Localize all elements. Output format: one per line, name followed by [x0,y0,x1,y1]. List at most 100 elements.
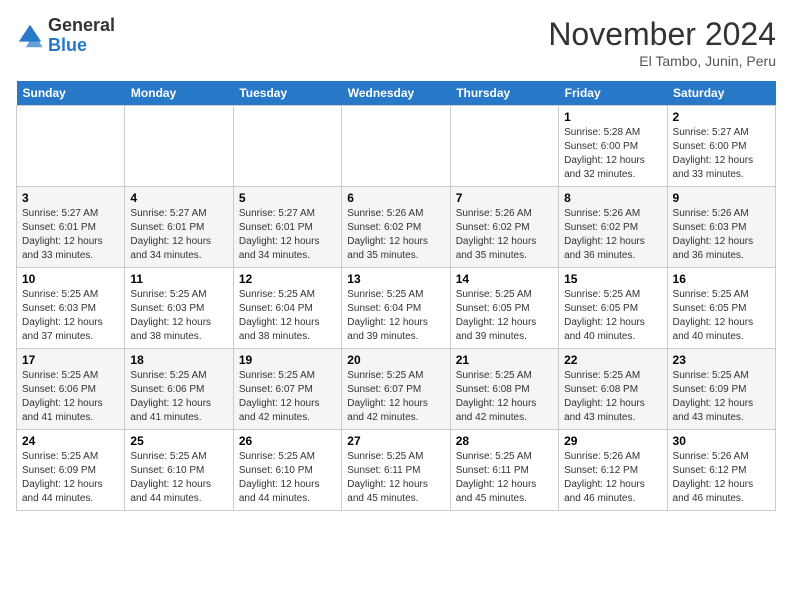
calendar-cell [342,106,450,187]
location-subtitle: El Tambo, Junin, Peru [548,53,776,69]
day-info: Sunrise: 5:25 AMSunset: 6:05 PMDaylight:… [673,288,770,344]
logo: General Blue [16,16,115,56]
header-cell-monday: Monday [125,81,233,106]
day-number: 7 [456,191,553,205]
day-number: 8 [564,191,661,205]
day-info: Sunrise: 5:27 AMSunset: 6:01 PMDaylight:… [130,207,227,263]
calendar-cell: 7Sunrise: 5:26 AMSunset: 6:02 PMDaylight… [450,187,558,268]
day-number: 10 [22,272,119,286]
calendar-week-2: 3 Sunrise: 5:27 AMSunset: 6:01 PMDaylight… [17,187,776,268]
day-info: Sunrise: 5:26 AMSunset: 6:02 PMDaylight:… [347,207,444,263]
calendar-week-3: 10 Sunrise: 5:25 AMSunset: 6:03 PMDayligh… [17,268,776,349]
day-info: Sunrise: 5:28 AMSunset: 6:00 PMDaylight:… [564,126,661,182]
calendar-cell: 16Sunrise: 5:25 AMSunset: 6:05 PMDayligh… [667,268,775,349]
calendar-cell: 29 Sunrise: 5:26 AMSunset: 6:12 PMDayligh… [559,430,667,511]
day-number: 6 [347,191,444,205]
header-row: SundayMondayTuesdayWednesdayThursdayFrid… [17,81,776,106]
day-number: 3 [22,191,119,205]
calendar-cell: 17Sunrise: 5:25 AMSunset: 6:06 PMDayligh… [17,349,125,430]
day-info: Sunrise: 5:25 AMSunset: 6:04 PMDaylight:… [347,288,444,344]
day-info: Sunrise: 5:25 AMSunset: 6:10 PMDaylight:… [239,450,336,506]
day-number: 27 [347,434,444,448]
calendar-cell: 12 Sunrise: 5:25 AMSunset: 6:04 PMDayligh… [233,268,341,349]
calendar-cell: 30Sunrise: 5:26 AMSunset: 6:12 PMDayligh… [667,430,775,511]
day-info: Sunrise: 5:25 AMSunset: 6:07 PMDaylight:… [239,369,336,425]
header-cell-sunday: Sunday [17,81,125,106]
calendar-week-1: 1 Sunrise: 5:28 AMSunset: 6:00 PMDaylight… [17,106,776,187]
calendar-cell: 14 Sunrise: 5:25 AMSunset: 6:05 PMDayligh… [450,268,558,349]
calendar-cell: 15 Sunrise: 5:25 AMSunset: 6:05 PMDayligh… [559,268,667,349]
calendar-cell: 13 Sunrise: 5:25 AMSunset: 6:04 PMDayligh… [342,268,450,349]
calendar-cell: 20 Sunrise: 5:25 AMSunset: 6:07 PMDayligh… [342,349,450,430]
calendar-body: 1 Sunrise: 5:28 AMSunset: 6:00 PMDaylight… [17,106,776,511]
day-number: 1 [564,110,661,124]
day-number: 4 [130,191,227,205]
calendar-cell: 5 Sunrise: 5:27 AMSunset: 6:01 PMDaylight… [233,187,341,268]
day-number: 13 [347,272,444,286]
calendar-cell: 22Sunrise: 5:25 AMSunset: 6:08 PMDayligh… [559,349,667,430]
day-number: 25 [130,434,227,448]
day-info: Sunrise: 5:26 AMSunset: 6:12 PMDaylight:… [673,450,770,506]
page-header: General Blue November 2024 El Tambo, Jun… [16,16,776,69]
day-number: 26 [239,434,336,448]
day-number: 11 [130,272,227,286]
day-number: 14 [456,272,553,286]
calendar-cell: 23Sunrise: 5:25 AMSunset: 6:09 PMDayligh… [667,349,775,430]
day-number: 2 [673,110,770,124]
calendar-cell: 25 Sunrise: 5:25 AMSunset: 6:10 PMDayligh… [125,430,233,511]
header-cell-thursday: Thursday [450,81,558,106]
day-number: 5 [239,191,336,205]
calendar-cell: 27Sunrise: 5:25 AMSunset: 6:11 PMDayligh… [342,430,450,511]
day-info: Sunrise: 5:27 AMSunset: 6:01 PMDaylight:… [239,207,336,263]
calendar-cell: 3 Sunrise: 5:27 AMSunset: 6:01 PMDaylight… [17,187,125,268]
day-number: 19 [239,353,336,367]
calendar-cell [450,106,558,187]
day-info: Sunrise: 5:26 AMSunset: 6:12 PMDaylight:… [564,450,661,506]
month-title: November 2024 [548,16,776,53]
day-info: Sunrise: 5:25 AMSunset: 6:08 PMDaylight:… [564,369,661,425]
calendar-table: SundayMondayTuesdayWednesdayThursdayFrid… [16,81,776,511]
day-info: Sunrise: 5:25 AMSunset: 6:07 PMDaylight:… [347,369,444,425]
header-cell-friday: Friday [559,81,667,106]
day-info: Sunrise: 5:25 AMSunset: 6:10 PMDaylight:… [130,450,227,506]
logo-text: General Blue [48,16,115,56]
calendar-cell: 6 Sunrise: 5:26 AMSunset: 6:02 PMDaylight… [342,187,450,268]
calendar-cell [233,106,341,187]
day-number: 12 [239,272,336,286]
day-info: Sunrise: 5:25 AMSunset: 6:08 PMDaylight:… [456,369,553,425]
day-number: 28 [456,434,553,448]
day-info: Sunrise: 5:25 AMSunset: 6:09 PMDaylight:… [673,369,770,425]
calendar-cell: 1 Sunrise: 5:28 AMSunset: 6:00 PMDaylight… [559,106,667,187]
calendar-cell [125,106,233,187]
day-info: Sunrise: 5:27 AMSunset: 6:01 PMDaylight:… [22,207,119,263]
day-info: Sunrise: 5:27 AMSunset: 6:00 PMDaylight:… [673,126,770,182]
calendar-cell: 8Sunrise: 5:26 AMSunset: 6:02 PMDaylight… [559,187,667,268]
day-info: Sunrise: 5:25 AMSunset: 6:11 PMDaylight:… [456,450,553,506]
day-info: Sunrise: 5:26 AMSunset: 6:03 PMDaylight:… [673,207,770,263]
calendar-cell: 24Sunrise: 5:25 AMSunset: 6:09 PMDayligh… [17,430,125,511]
calendar-cell: 10Sunrise: 5:25 AMSunset: 6:03 PMDayligh… [17,268,125,349]
day-number: 15 [564,272,661,286]
calendar-cell: 21 Sunrise: 5:25 AMSunset: 6:08 PMDayligh… [450,349,558,430]
day-number: 20 [347,353,444,367]
header-cell-saturday: Saturday [667,81,775,106]
calendar-cell: 28 Sunrise: 5:25 AMSunset: 6:11 PMDayligh… [450,430,558,511]
calendar-cell: 4 Sunrise: 5:27 AMSunset: 6:01 PMDaylight… [125,187,233,268]
day-number: 18 [130,353,227,367]
calendar-header: SundayMondayTuesdayWednesdayThursdayFrid… [17,81,776,106]
day-number: 29 [564,434,661,448]
calendar-week-4: 17 Sunrise: 5:25 AMSunset: 6:06 PMDayligh… [17,349,776,430]
calendar-cell: 2 Sunrise: 5:27 AMSunset: 6:00 PMDaylight… [667,106,775,187]
day-info: Sunrise: 5:25 AMSunset: 6:05 PMDaylight:… [564,288,661,344]
day-number: 17 [22,353,119,367]
day-number: 24 [22,434,119,448]
calendar-cell [17,106,125,187]
day-info: Sunrise: 5:25 AMSunset: 6:06 PMDaylight:… [130,369,227,425]
calendar-cell: 19 Sunrise: 5:25 AMSunset: 6:07 PMDayligh… [233,349,341,430]
calendar-cell: 9Sunrise: 5:26 AMSunset: 6:03 PMDaylight… [667,187,775,268]
day-info: Sunrise: 5:25 AMSunset: 6:04 PMDaylight:… [239,288,336,344]
day-number: 21 [456,353,553,367]
day-info: Sunrise: 5:25 AMSunset: 6:03 PMDaylight:… [130,288,227,344]
day-info: Sunrise: 5:25 AMSunset: 6:05 PMDaylight:… [456,288,553,344]
logo-icon [16,22,44,50]
